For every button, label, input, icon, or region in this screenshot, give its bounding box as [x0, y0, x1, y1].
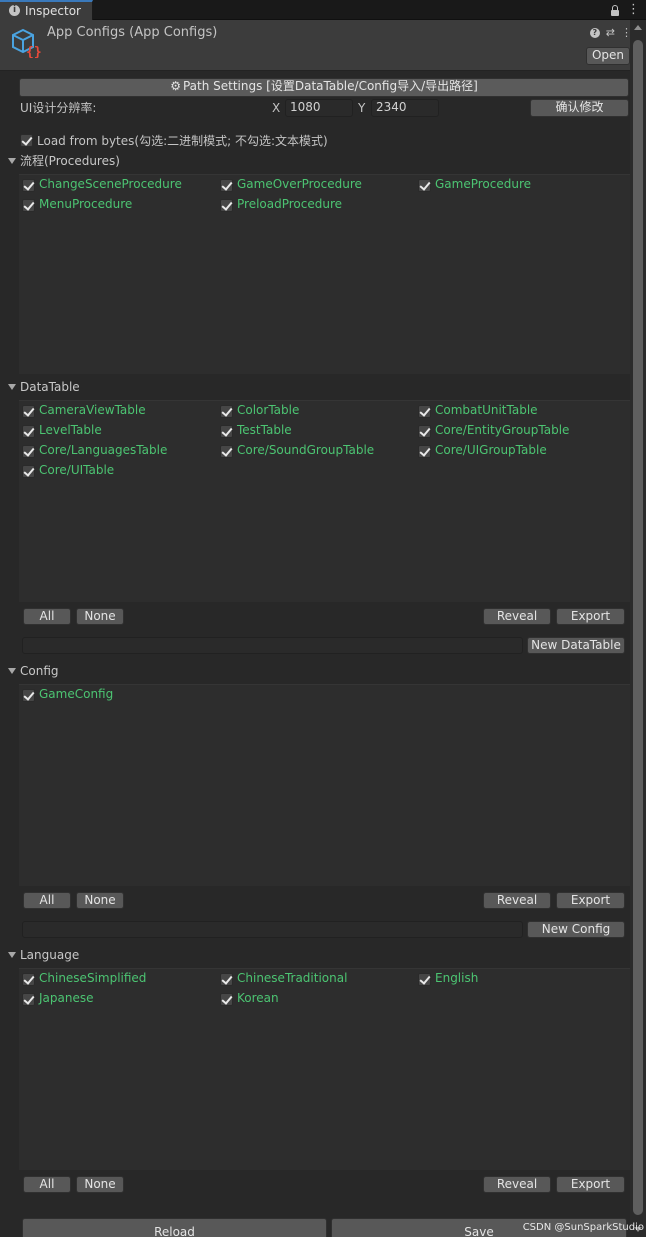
datatable-item[interactable]: CameraViewTable	[39, 403, 146, 418]
foldout-arrow-icon[interactable]	[8, 384, 16, 390]
open-button[interactable]: Open	[586, 47, 630, 65]
datatable-item[interactable]: Core/SoundGroupTable	[237, 443, 374, 458]
help-icon[interactable]: ?	[589, 27, 600, 38]
config-none-button[interactable]: None	[76, 892, 124, 909]
datatable-item[interactable]: CombatUnitTable	[435, 403, 538, 418]
language-title: Language	[20, 948, 80, 962]
datatable-checkbox[interactable]	[22, 425, 35, 438]
language-item[interactable]: Korean	[237, 991, 279, 1006]
procedure-item[interactable]: ChangeSceneProcedure	[39, 177, 182, 192]
language-panel	[19, 968, 630, 1170]
procedure-item[interactable]: GameOverProcedure	[237, 177, 362, 192]
resolution-y-field[interactable]: 2340	[371, 99, 439, 117]
config-reveal-button[interactable]: Reveal	[483, 892, 551, 909]
config-item[interactable]: GameConfig	[39, 687, 113, 702]
datatable-item[interactable]: LevelTable	[39, 423, 102, 438]
config-export-button[interactable]: Export	[556, 892, 625, 909]
procedures-title: 流程(Procedures)	[20, 154, 120, 168]
language-reveal-button[interactable]: Reveal	[483, 1176, 551, 1193]
datatable-item[interactable]: Core/LanguagesTable	[39, 443, 167, 458]
resolution-x-label: X	[272, 101, 281, 115]
language-all-button[interactable]: All	[23, 1176, 71, 1193]
tab-inspector[interactable]: i Inspector	[0, 0, 93, 20]
confirm-resolution-button[interactable]: 确认修改	[530, 99, 629, 117]
app-configs-asset-icon: {}	[12, 28, 41, 58]
procedure-item[interactable]: GameProcedure	[435, 177, 531, 192]
new-config-name-field[interactable]	[22, 921, 523, 938]
config-checkbox[interactable]	[22, 689, 35, 702]
language-checkbox[interactable]	[220, 993, 233, 1006]
procedure-checkbox[interactable]	[220, 199, 233, 212]
datatable-checkbox[interactable]	[220, 425, 233, 438]
datatable-title: DataTable	[20, 380, 80, 394]
language-item[interactable]: Japanese	[39, 991, 94, 1006]
resolution-x-field[interactable]: 1080	[285, 99, 353, 117]
path-settings-label: Path Settings [设置DataTable/Config导入/导出路径…	[182, 79, 478, 93]
datatable-item[interactable]: Core/UITable	[39, 463, 114, 478]
datatable-all-button[interactable]: All	[23, 608, 71, 625]
language-checkbox[interactable]	[220, 973, 233, 986]
datatable-checkbox[interactable]	[418, 405, 431, 418]
language-item[interactable]: ChineseSimplified	[39, 971, 146, 986]
datatable-checkbox[interactable]	[418, 425, 431, 438]
scrollbar[interactable]	[630, 20, 646, 1237]
datatable-item[interactable]: ColorTable	[237, 403, 299, 418]
info-icon: i	[9, 5, 20, 16]
language-checkbox[interactable]	[22, 973, 35, 986]
scrollbar-thumb[interactable]	[633, 40, 643, 1215]
foldout-arrow-icon[interactable]	[8, 668, 16, 674]
foldout-arrow-icon[interactable]	[8, 158, 16, 164]
datatable-checkbox[interactable]	[220, 405, 233, 418]
tab-bar: i Inspector ⋮	[0, 0, 646, 20]
datatable-checkbox[interactable]	[22, 465, 35, 478]
language-none-button[interactable]: None	[76, 1176, 124, 1193]
new-datatable-button[interactable]: New DataTable	[527, 637, 625, 654]
datatable-item[interactable]: Core/UIGroupTable	[435, 443, 547, 458]
config-all-button[interactable]: All	[23, 892, 71, 909]
svg-text:{}: {}	[26, 45, 41, 58]
datatable-export-button[interactable]: Export	[556, 608, 625, 625]
language-export-button[interactable]: Export	[556, 1176, 625, 1193]
language-checkbox[interactable]	[22, 993, 35, 1006]
language-checkbox[interactable]	[418, 973, 431, 986]
resolution-label: UI设计分辨率:	[20, 101, 97, 115]
load-from-bytes-checkbox[interactable]	[20, 134, 33, 147]
load-from-bytes-label: Load from bytes(勾选:二进制模式; 不勾选:文本模式)	[37, 134, 328, 148]
watermark-text: CSDN @SunSparkStudio	[522, 1222, 644, 1233]
scroll-up-arrow-icon[interactable]	[634, 25, 642, 30]
header-title: App Configs (App Configs)	[47, 25, 218, 40]
header-tools: ? ⇄ ⋮	[589, 26, 632, 39]
datatable-item[interactable]: Core/EntityGroupTable	[435, 423, 569, 438]
config-panel	[19, 684, 630, 886]
resolution-y-label: Y	[358, 101, 366, 115]
path-settings-button[interactable]: ⚙ Path Settings [设置DataTable/Config导入/导出路…	[19, 78, 629, 97]
procedure-checkbox[interactable]	[22, 179, 35, 192]
datatable-item[interactable]: TestTable	[237, 423, 292, 438]
foldout-arrow-icon[interactable]	[8, 952, 16, 958]
presets-icon[interactable]: ⇄	[606, 26, 615, 39]
config-title: Config	[20, 664, 59, 678]
new-config-button[interactable]: New Config	[527, 921, 625, 938]
datatable-checkbox[interactable]	[418, 445, 431, 458]
datatable-none-button[interactable]: None	[76, 608, 124, 625]
procedure-checkbox[interactable]	[220, 179, 233, 192]
procedure-checkbox[interactable]	[22, 199, 35, 212]
language-item[interactable]: English	[435, 971, 478, 986]
new-datatable-name-field[interactable]	[22, 637, 523, 654]
tab-inspector-label: Inspector	[25, 4, 81, 18]
reload-button[interactable]: Reload	[22, 1218, 327, 1237]
tab-bar-tools: ⋮	[611, 1, 640, 19]
lock-icon[interactable]	[611, 5, 619, 16]
datatable-checkbox[interactable]	[22, 405, 35, 418]
procedure-item[interactable]: MenuProcedure	[39, 197, 132, 212]
kebab-menu-icon[interactable]: ⋮	[627, 2, 640, 18]
datatable-reveal-button[interactable]: Reveal	[483, 608, 551, 625]
procedure-checkbox[interactable]	[418, 179, 431, 192]
language-item[interactable]: ChineseTraditional	[237, 971, 347, 986]
datatable-checkbox[interactable]	[22, 445, 35, 458]
datatable-checkbox[interactable]	[220, 445, 233, 458]
procedure-item[interactable]: PreloadProcedure	[237, 197, 342, 212]
inspector-header: {} App Configs (App Configs) ? ⇄ ⋮ Open	[0, 20, 646, 71]
gear-icon: ⚙	[170, 79, 181, 93]
